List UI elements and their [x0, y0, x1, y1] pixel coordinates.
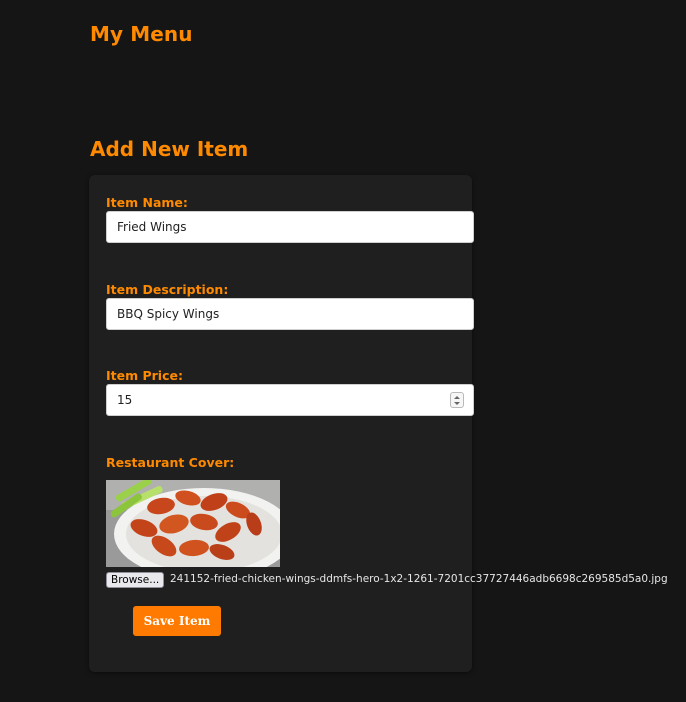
page-title: My Menu — [90, 22, 193, 46]
spinner-up-icon[interactable] — [454, 396, 460, 399]
wings-image — [106, 480, 280, 567]
item-price-label: Item Price: — [106, 368, 183, 383]
item-name-input[interactable] — [106, 211, 474, 243]
selected-file-name: 241152-fried-chicken-wings-ddmfs-hero-1x… — [170, 573, 668, 585]
item-description-label: Item Description: — [106, 282, 229, 297]
item-price-value: 15 — [117, 393, 133, 407]
spinner-down-icon[interactable] — [454, 402, 460, 405]
save-item-button[interactable]: Save Item — [133, 606, 221, 636]
item-name-label: Item Name: — [106, 195, 188, 210]
restaurant-cover-label: Restaurant Cover: — [106, 455, 235, 470]
cover-image-preview — [106, 480, 280, 567]
item-price-input[interactable]: 15 — [106, 384, 474, 416]
add-item-form: Item Name: Item Description: Item Price:… — [89, 175, 668, 672]
price-spinner[interactable] — [450, 392, 464, 408]
browse-button[interactable]: Browse... — [106, 572, 165, 588]
item-description-input[interactable] — [106, 298, 474, 330]
add-item-heading: Add New Item — [90, 137, 249, 161]
